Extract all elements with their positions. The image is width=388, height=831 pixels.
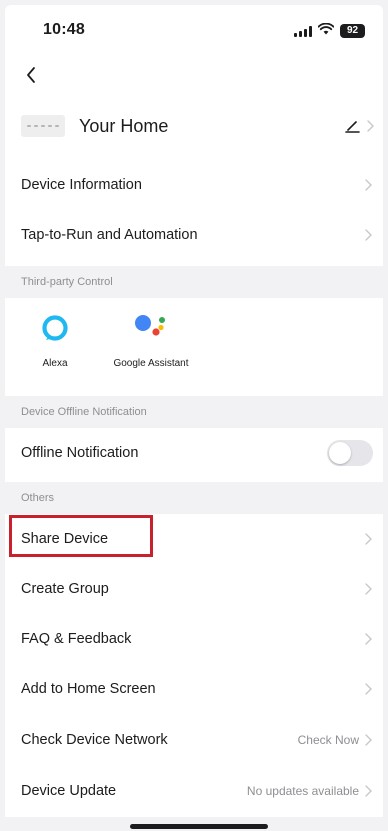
row-label: Offline Notification xyxy=(21,445,139,461)
status-bar: 10:48 92 xyxy=(5,5,383,53)
device-update-row[interactable]: Device Update No updates available xyxy=(5,766,383,816)
chevron-right-icon xyxy=(365,119,375,133)
google-assistant-button[interactable]: Google Assistant xyxy=(103,310,199,376)
status-icons: 92 xyxy=(294,22,365,40)
chevron-right-icon xyxy=(363,784,373,798)
row-label: Share Device xyxy=(21,531,109,547)
offline-notification-row: Offline Notification xyxy=(5,428,383,478)
offline-notification-header: Device Offline Notification xyxy=(5,396,383,428)
chevron-right-icon xyxy=(363,178,373,192)
home-name: Your Home xyxy=(79,115,169,136)
create-group-row[interactable]: Create Group xyxy=(5,564,383,614)
chevron-right-icon xyxy=(363,532,373,546)
share-device-row[interactable]: Share Device xyxy=(5,514,383,564)
alexa-icon xyxy=(35,310,75,346)
chevron-left-icon xyxy=(27,67,35,83)
row-label: Device Update xyxy=(21,783,117,799)
add-to-home-screen-row[interactable]: Add to Home Screen xyxy=(5,664,383,714)
chevron-right-icon xyxy=(363,228,373,242)
chevron-right-icon xyxy=(363,682,373,696)
settings-screen: 10:48 92 Your Home Device Information Ta… xyxy=(5,5,383,831)
device-information-row[interactable]: Device Information xyxy=(5,160,383,210)
alexa-button[interactable]: Alexa xyxy=(7,310,103,376)
offline-notification-toggle[interactable] xyxy=(327,440,373,466)
tap-to-run-automation-row[interactable]: Tap-to-Run and Automation xyxy=(5,210,383,260)
wifi-icon xyxy=(317,22,335,40)
nav-bar xyxy=(5,53,383,97)
toggle-knob xyxy=(329,442,351,464)
row-label: Device Information xyxy=(21,177,142,193)
update-status-value: No updates available xyxy=(246,784,359,798)
row-label: Add to Home Screen xyxy=(21,681,156,697)
battery-icon: 92 xyxy=(340,24,365,38)
row-label: Create Group xyxy=(21,581,109,597)
google-assistant-label: Google Assistant xyxy=(113,358,189,369)
others-header: Others xyxy=(5,482,383,514)
back-button[interactable] xyxy=(15,59,47,91)
chevron-right-icon xyxy=(363,733,373,747)
row-label: Tap-to-Run and Automation xyxy=(21,227,198,243)
google-assistant-icon xyxy=(131,310,171,346)
device-thumbnail xyxy=(21,115,65,137)
status-time: 10:48 xyxy=(43,21,85,38)
edit-name-button[interactable] xyxy=(341,113,379,139)
faq-feedback-row[interactable]: FAQ & Feedback xyxy=(5,614,383,664)
third-party-panel: Alexa Google Assistant xyxy=(5,298,383,384)
chevron-right-icon xyxy=(363,582,373,596)
chevron-right-icon xyxy=(363,632,373,646)
cellular-signal-icon xyxy=(294,25,312,37)
third-party-header: Third-party Control xyxy=(5,266,383,298)
home-row: Your Home xyxy=(5,100,383,152)
check-device-network-row[interactable]: Check Device Network Check Now xyxy=(5,715,383,765)
edit-pencil-icon xyxy=(345,121,360,133)
row-label: FAQ & Feedback xyxy=(21,631,132,647)
check-now-value: Check Now xyxy=(297,733,359,747)
row-label: Check Device Network xyxy=(21,732,168,748)
alexa-label: Alexa xyxy=(42,358,68,369)
home-indicator xyxy=(130,824,268,829)
